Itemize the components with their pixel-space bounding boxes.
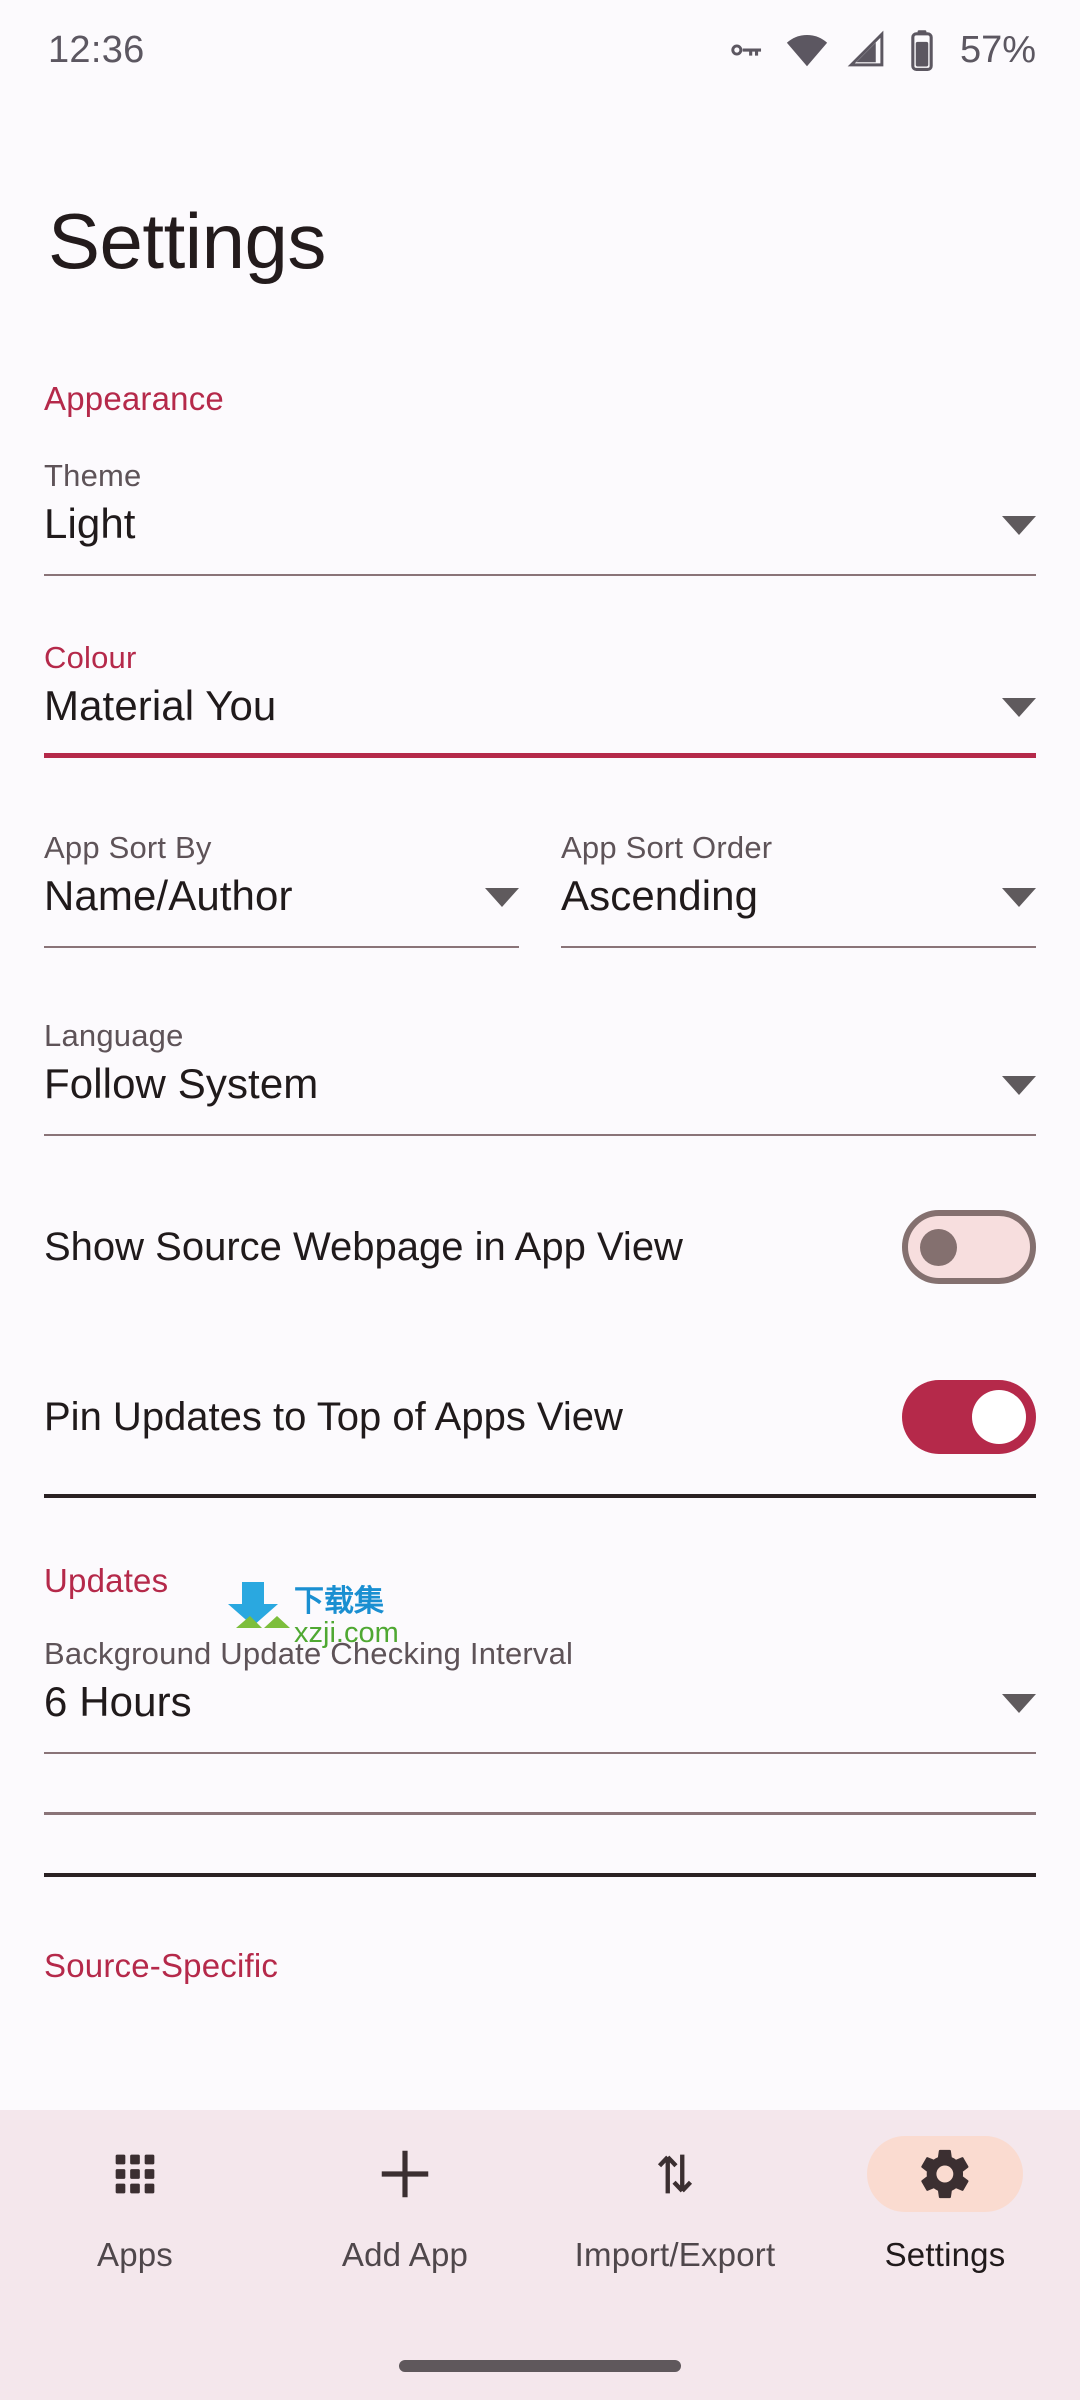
section-heading-source-specific: Source-Specific — [44, 1947, 279, 1984]
battery-icon — [904, 28, 940, 72]
chevron-down-icon[interactable] — [1002, 888, 1036, 907]
nav-label-settings: Settings — [884, 2236, 1006, 2273]
colour-dropdown[interactable]: Colour Material You — [44, 640, 1036, 758]
battery-percentage: 57% — [959, 28, 1036, 71]
nav-pill-import-export — [597, 2136, 753, 2212]
nav-pill-apps — [57, 2136, 213, 2212]
toggle-thumb — [972, 1390, 1026, 1444]
app-sort-by-underline — [44, 946, 519, 948]
nav-label-add-app: Add App — [341, 2236, 469, 2273]
section-heading-updates: Updates — [44, 1562, 169, 1599]
nav-label-apps: Apps — [96, 2236, 174, 2273]
status-bar: 12:36 57% — [0, 0, 1080, 100]
chevron-down-icon[interactable] — [1002, 516, 1036, 535]
grid-icon — [115, 2154, 155, 2194]
language-value: Follow System — [44, 1060, 319, 1107]
pin-updates-label: Pin Updates to Top of Apps View — [44, 1394, 623, 1439]
gear-icon — [921, 2149, 969, 2199]
pin-updates-row[interactable]: Pin Updates to Top of Apps View — [44, 1380, 1036, 1454]
section-divider-1 — [44, 1494, 1036, 1498]
language-label: Language — [44, 1018, 184, 1053]
chevron-down-icon[interactable] — [1002, 1076, 1036, 1095]
show-source-webpage-row[interactable]: Show Source Webpage in App View — [44, 1210, 1036, 1284]
app-sort-by-value: Name/Author — [44, 872, 293, 919]
phone-screen: 12:36 57% Settings Appearance Theme Ligh… — [0, 0, 1080, 2400]
bottom-navigation-bar: Apps Add App Import/Export Settings — [0, 2110, 1080, 2400]
theme-label: Theme — [44, 458, 142, 493]
colour-underline-focused — [44, 753, 1036, 758]
app-sort-order-dropdown[interactable]: App Sort Order Ascending — [561, 830, 1036, 948]
app-sort-by-label: App Sort By — [44, 830, 212, 865]
plus-icon — [381, 2150, 429, 2198]
show-source-webpage-label: Show Source Webpage in App View — [44, 1224, 683, 1269]
app-sort-order-underline — [561, 946, 1036, 948]
theme-underline — [44, 574, 1036, 576]
theme-dropdown[interactable]: Theme Light — [44, 458, 1036, 576]
app-sort-order-value: Ascending — [561, 872, 759, 919]
background-update-interval-underline — [44, 1752, 1036, 1754]
background-update-interval-value: 6 Hours — [44, 1678, 192, 1725]
chevron-down-icon[interactable] — [485, 888, 519, 907]
sort-row: App Sort By Name/Author App Sort Order A… — [44, 830, 1036, 948]
app-sort-order-label: App Sort Order — [561, 830, 773, 865]
status-bar-indicators: 57% — [724, 27, 1036, 73]
chevron-down-icon[interactable] — [1002, 1694, 1036, 1713]
nav-label-import-export: Import/Export — [574, 2236, 776, 2273]
nav-pill-settings — [867, 2136, 1023, 2212]
colour-label: Colour — [44, 640, 137, 675]
vpn-key-icon — [724, 28, 768, 72]
app-sort-by-dropdown[interactable]: App Sort By Name/Author — [44, 830, 519, 948]
nav-item-import-export[interactable]: Import/Export — [540, 2136, 810, 2322]
language-dropdown[interactable]: Language Follow System — [44, 1018, 1036, 1136]
nav-item-apps[interactable]: Apps — [0, 2136, 270, 2322]
gesture-navigation-bar[interactable] — [399, 2360, 681, 2372]
pin-updates-toggle[interactable] — [902, 1380, 1036, 1454]
section-heading-appearance: Appearance — [44, 380, 224, 417]
status-bar-clock: 12:36 — [48, 28, 145, 71]
import-export-arrows-icon — [657, 2154, 693, 2194]
show-source-webpage-toggle[interactable] — [902, 1210, 1036, 1284]
page-title: Settings — [48, 197, 326, 285]
background-update-interval-dropdown[interactable]: Background Update Checking Interval 6 Ho… — [44, 1636, 1036, 1754]
colour-value: Material You — [44, 682, 277, 729]
chevron-down-icon[interactable] — [1002, 698, 1036, 717]
cellular-signal-icon — [846, 29, 888, 71]
nav-item-settings[interactable]: Settings — [810, 2136, 1080, 2322]
section-divider-2 — [44, 1812, 1036, 1815]
nav-item-add-app[interactable]: Add App — [270, 2136, 540, 2322]
theme-value: Light — [44, 500, 136, 547]
language-underline — [44, 1134, 1036, 1136]
nav-pill-add-app — [327, 2136, 483, 2212]
wifi-icon — [784, 27, 830, 73]
toggle-thumb — [920, 1229, 957, 1266]
section-divider-3 — [44, 1873, 1036, 1877]
settings-content: Appearance Theme Light Colour Material Y… — [0, 380, 1080, 2110]
background-update-interval-label: Background Update Checking Interval — [44, 1636, 574, 1671]
